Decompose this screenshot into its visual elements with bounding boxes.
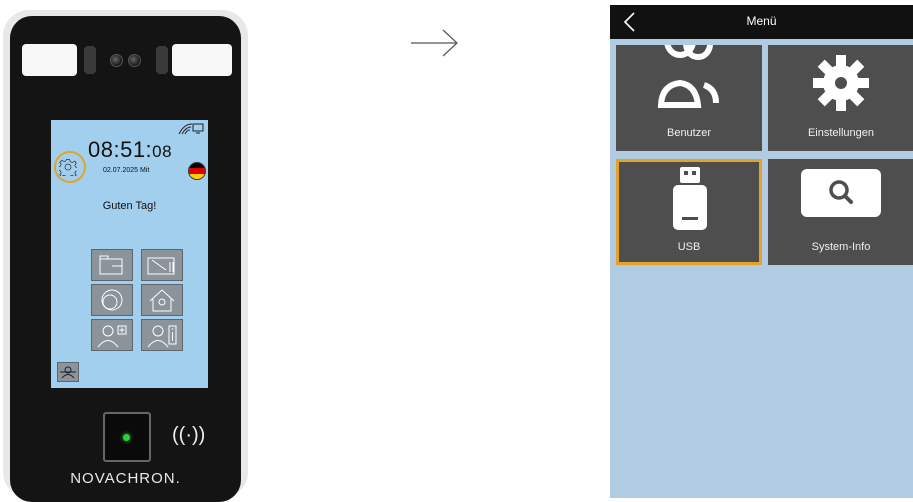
sensor-led-icon (123, 434, 130, 441)
sensor-window-right (172, 44, 232, 76)
user-info-icon (147, 325, 177, 348)
menu-tile-usb[interactable]: USB (616, 159, 762, 265)
clock-seconds: 08 (152, 142, 173, 161)
camera-lens-right (128, 54, 141, 67)
sensor-bar-right (156, 46, 168, 74)
camera-lens-left (110, 54, 123, 67)
device-body: 08:51:08 02.07.2025 Mit Guten Tag! ((·))… (10, 16, 241, 502)
settings-highlight-circle (54, 151, 86, 183)
clock-date: 02.07.2025 Mit (103, 167, 150, 174)
tile-user-info-button[interactable] (141, 319, 183, 351)
menu-header: Menü (610, 5, 913, 39)
users-icon (657, 24, 719, 108)
menu-tile-label: Einstellungen (807, 127, 875, 139)
tile-add-user-button[interactable] (91, 319, 133, 351)
menu-title: Menü (746, 14, 777, 28)
menu-tile-users[interactable]: Benutzer (616, 24, 762, 151)
menu-screen: Menü Benutzer Einstellungen USB System-I… (610, 5, 913, 498)
face-scan-icon (60, 366, 76, 379)
search-icon (801, 169, 881, 217)
door-enter-icon (99, 255, 123, 275)
add-user-icon (97, 325, 127, 348)
tile-break-button[interactable] (91, 284, 133, 316)
rfid-icon: ((·)) (172, 424, 206, 446)
sensor-bar-left (84, 46, 96, 74)
sensor-window-left (22, 44, 77, 76)
time-terminal-device: 08:51:08 02.07.2025 Mit Guten Tag! ((·))… (3, 10, 248, 502)
clock-icon (101, 289, 123, 311)
home-icon (149, 289, 175, 312)
clock-time: 08:51:08 (88, 137, 172, 163)
fingerprint-sensor[interactable] (103, 412, 151, 462)
usb-icon (673, 167, 707, 230)
menu-tile-label: Benutzer (666, 127, 712, 139)
tile-home-button[interactable] (141, 284, 183, 316)
german-flag-icon[interactable] (188, 162, 206, 180)
brand-logo: NOVACHRON. (70, 470, 181, 487)
clock-hours-minutes: 08:51: (88, 137, 153, 162)
device-screen: 08:51:08 02.07.2025 Mit Guten Tag! (51, 120, 208, 388)
tile-come-button[interactable] (91, 249, 133, 281)
tile-go-button[interactable] (141, 249, 183, 281)
face-recognition-button[interactable] (57, 362, 79, 382)
menu-tile-label: USB (677, 241, 701, 253)
greeting-text: Guten Tag! (102, 200, 157, 212)
menu-tile-settings[interactable]: Einstellungen (768, 45, 913, 151)
wifi-network-icon (178, 123, 204, 135)
gear-icon (813, 55, 869, 111)
arrow-right-icon (411, 29, 458, 57)
menu-tile-label: System-Info (811, 241, 871, 253)
door-exit-icon (147, 257, 175, 275)
menu-tile-system-info[interactable]: System-Info (768, 159, 913, 265)
